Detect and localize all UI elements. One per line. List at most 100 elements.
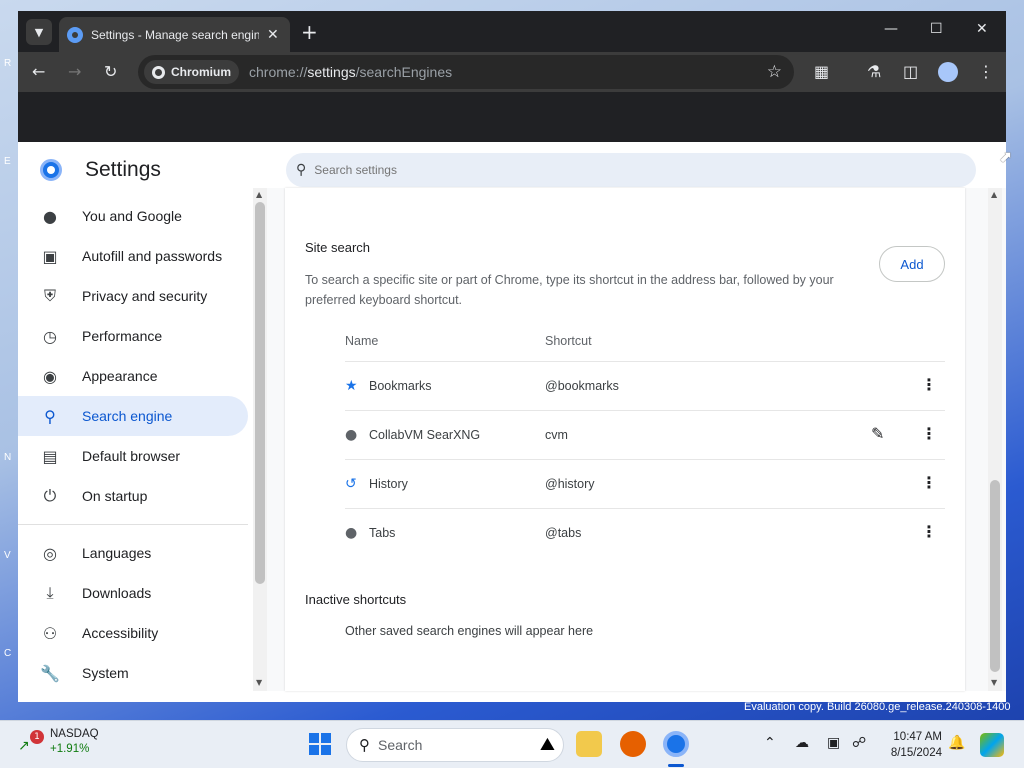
scroll-down-arrow-icon[interactable]: ▼ [256,678,262,687]
speedometer-icon: ◷ [43,326,57,346]
taskbar-search-label: Search [378,737,423,753]
sidebar-item-autofill[interactable]: ▣ Autofill and passwords [18,236,248,276]
main-scroll-thumb[interactable] [990,480,1000,672]
sidebar-item-performance[interactable]: ◷ Performance [18,316,248,356]
inactive-shortcuts-description: Other saved search engines will appear h… [345,624,594,638]
row-name: CollabVM SearXNG [369,428,481,442]
network-icon[interactable]: ☍ [852,735,866,751]
sidebar-item-label: You and Google [82,208,182,224]
system-clock[interactable]: 10:47 AM 8/15/2024 [882,729,942,761]
chip-label: Chromium [171,65,231,79]
scroll-up-arrow-icon[interactable]: ▲ [991,190,997,199]
toolbar-gap [18,92,1006,142]
taskbar: ↗ 1 NASDAQ +1.91% ⚲ Search ⛰ ⌃ ☁ ▣ ☍ 10:… [0,720,1024,768]
tab-strip: ▼ Settings - Manage search engines ✕ + —… [18,11,1006,52]
chevron-up-icon[interactable]: ⌃ [764,735,776,751]
clock-time: 10:47 AM [893,731,942,743]
sidebar-item-default-browser[interactable]: ▤ Default browser [18,436,248,476]
firefox-icon[interactable] [620,731,646,757]
sidebar-scrollbar[interactable]: ▲ ▼ [253,188,267,691]
windows-logo-pane [321,733,331,743]
back-icon[interactable]: ← [32,62,45,81]
taskbar-search[interactable]: ⚲ Search ⛰ [346,728,564,762]
chromium-taskbar-icon[interactable] [663,731,689,757]
more-actions-icon[interactable]: ⋮ [921,522,937,541]
site-search-card: Site search To search a specific site or… [285,188,965,691]
add-site-search-button[interactable]: Add [879,246,945,282]
sidebar-item-label: Appearance [82,368,158,384]
start-button[interactable] [309,733,331,755]
more-actions-icon[interactable]: ⋮ [921,473,937,492]
copilot-icon[interactable] [980,733,1004,757]
search-icon: ⚲ [44,406,56,426]
more-menu-icon[interactable]: ⋮ [978,62,994,81]
row-name: History [369,477,408,491]
search-settings-box[interactable]: ⚲ [286,153,976,187]
scroll-up-arrow-icon[interactable]: ▲ [256,190,262,199]
sidebar-item-system[interactable]: 🔧 System [18,653,248,693]
window-close-icon[interactable]: ✕ [976,21,988,37]
file-explorer-icon[interactable] [576,731,602,757]
settings-logo-icon [40,159,62,181]
reload-icon[interactable]: ↻ [104,62,117,81]
sidebar-item-label: System [82,665,129,681]
globe-icon: ● [345,427,358,443]
forward-icon[interactable]: → [68,62,81,81]
display-icon[interactable]: ▣ [827,735,840,751]
tab-settings[interactable]: Settings - Manage search engines ✕ [59,17,290,52]
sidebar-item-search-engine[interactable]: ⚲ Search engine [18,396,248,436]
sidebar-item-you-and-google[interactable]: ● You and Google [18,196,248,236]
cloud-offline-icon[interactable]: ☁ [795,735,809,751]
globe-icon: ◎ [43,543,57,563]
sidebar-item-label: Accessibility [82,625,159,641]
maximize-icon[interactable]: ☐ [930,21,943,37]
download-icon: ⤓ [46,583,54,602]
sidebar-item-languages[interactable]: ◎ Languages [18,533,248,573]
sidebar-item-label: Performance [82,328,163,344]
main-scrollbar[interactable]: ▲ ▼ [988,188,1002,691]
stock-widget[interactable]: ↗ 1 NASDAQ +1.91% [18,727,99,757]
star-icon: ★ [345,378,358,394]
edit-pencil-icon[interactable]: ✎ [871,424,884,443]
sidebar-item-on-startup[interactable]: ⏻ On startup [18,476,248,516]
row-name: Tabs [369,526,396,540]
sidebar-item-privacy[interactable]: ⛨ Privacy and security [18,276,248,316]
extensions-icon[interactable]: ▦ [814,62,829,81]
row-shortcut: @history [545,477,595,491]
sidebar-item-downloads[interactable]: ⤓ Downloads [18,573,248,613]
table-row: ● Tabs @tabs ⋮ [345,508,945,557]
mouse-cursor-icon: ⬈ [999,147,1013,166]
wrench-icon: 🔧 [40,663,60,683]
palette-icon: ◉ [43,366,57,386]
stock-widget-text: NASDAQ +1.91% [50,727,99,757]
minimize-icon[interactable]: — [884,21,898,37]
browser-toolbar: ← → ↻ Chromium chrome://settings/searchE… [18,52,1006,92]
profile-avatar-icon[interactable] [938,62,958,82]
labs-flask-icon[interactable]: ⚗ [867,62,881,81]
sidebar-item-label: Downloads [82,585,152,601]
new-tab-button[interactable]: + [301,20,318,44]
close-icon[interactable]: ✕ [267,27,279,43]
sidebar-item-label: Default browser [82,448,181,464]
scroll-down-arrow-icon[interactable]: ▼ [991,678,997,687]
notification-bell-icon[interactable]: 🔔 [948,735,965,751]
search-icon: ⚲ [296,162,307,178]
sidebar-item-accessibility[interactable]: ⚇ Accessibility [18,613,248,653]
notification-badge: 1 [30,730,44,744]
site-info-chip[interactable]: Chromium [144,60,239,84]
sidebar-scroll-thumb[interactable] [255,202,265,584]
tab-search-button[interactable]: ▼ [26,19,52,45]
accessibility-icon: ⚇ [42,623,58,643]
column-header-name: Name [345,334,379,348]
search-input[interactable] [314,163,915,177]
more-actions-icon[interactable]: ⋮ [921,375,937,394]
chromium-logo-icon [152,65,165,79]
more-actions-icon[interactable]: ⋮ [921,424,937,443]
table-row: ★ Bookmarks @bookmarks ⋮ [345,361,945,410]
address-bar[interactable]: Chromium chrome://settings/searchEngines… [138,55,794,89]
bookmark-star-icon[interactable]: ☆ [767,62,782,82]
sidebar-item-label: Search engine [82,408,173,424]
sidebar-item-appearance[interactable]: ◉ Appearance [18,356,248,396]
side-panel-icon[interactable]: ◫ [903,62,918,81]
stock-name: NASDAQ [50,728,99,740]
